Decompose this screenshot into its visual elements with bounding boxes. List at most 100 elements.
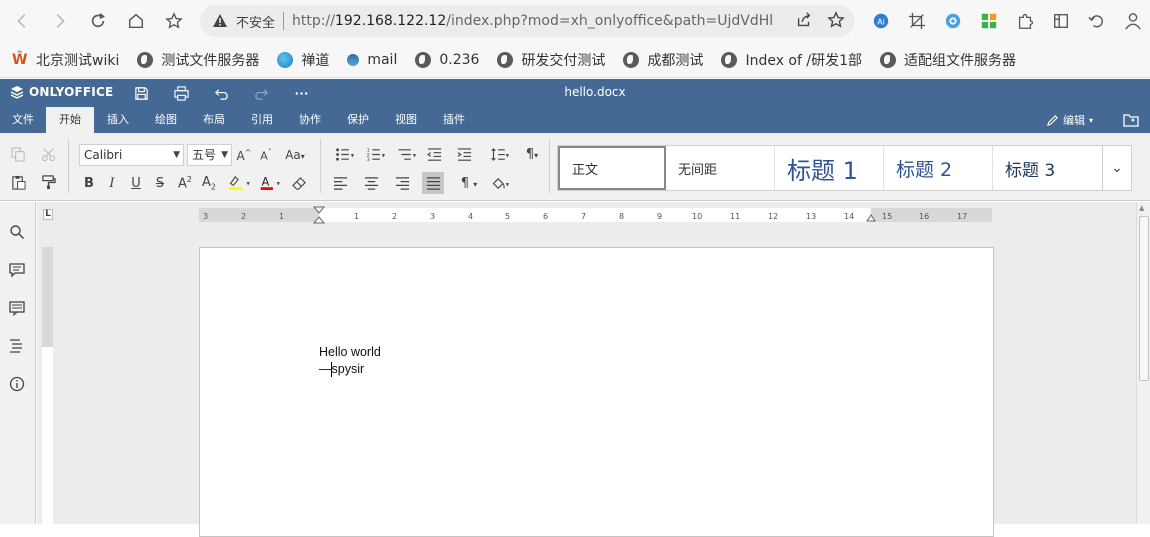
record-icon[interactable] — [938, 5, 968, 37]
history-icon[interactable] — [1082, 5, 1112, 37]
search-icon[interactable] — [9, 224, 27, 242]
vertical-ruler[interactable] — [42, 247, 53, 524]
share-icon[interactable] — [795, 11, 813, 29]
chevron-down-icon: ⌄ — [1111, 160, 1123, 176]
increase-indent-icon[interactable] — [453, 143, 475, 165]
bookmark-star-icon[interactable] — [158, 5, 190, 37]
bookmark-item[interactable]: 适配组文件服务器 — [880, 50, 1016, 70]
chevron-down-icon: ▼ — [221, 150, 228, 160]
tab-draw[interactable]: 绘图 — [142, 107, 190, 133]
highlight-color-icon[interactable]: ▾ — [224, 171, 254, 193]
strikethrough-icon[interactable]: S — [149, 172, 171, 194]
bookmark-item[interactable]: 0.236 — [415, 51, 479, 68]
chat-icon[interactable] — [9, 300, 27, 318]
superscript-icon[interactable]: A2 — [174, 172, 196, 194]
scrollbar-thumb[interactable] — [1139, 216, 1149, 381]
back-icon[interactable] — [6, 5, 38, 37]
italic-icon[interactable]: I — [101, 172, 123, 194]
clear-format-icon[interactable] — [288, 172, 310, 194]
reload-icon[interactable] — [82, 5, 114, 37]
tab-view[interactable]: 视图 — [382, 107, 430, 133]
justify-icon[interactable] — [422, 172, 444, 194]
ruler-tick-label: 17 — [957, 212, 968, 221]
bookmark-item[interactable]: 测试文件服务器 — [137, 50, 259, 70]
bookmark-item[interactable]: Index of /研发1部 — [721, 50, 862, 70]
right-indent-marker-icon[interactable] — [866, 210, 876, 222]
sidebar-icon[interactable] — [1046, 5, 1076, 37]
styles-more-button[interactable]: ⌄ — [1102, 145, 1132, 191]
align-right-icon[interactable] — [391, 172, 413, 194]
copy-style-icon[interactable] — [37, 171, 59, 193]
tab-collaboration[interactable]: 协作 — [286, 107, 334, 133]
open-file-location-icon[interactable] — [1122, 111, 1140, 129]
tab-plugins[interactable]: 插件 — [430, 107, 478, 133]
bookmark-item[interactable]: 禅道 — [277, 50, 329, 70]
change-case-icon[interactable]: Aa▾ — [280, 144, 310, 166]
comments-icon[interactable] — [9, 262, 27, 280]
style-normal[interactable]: 正文 — [558, 146, 666, 190]
copy-icon[interactable] — [7, 143, 29, 165]
paragraph-direction-icon[interactable]: ¶▾ — [517, 143, 547, 165]
navigation-icon[interactable] — [9, 338, 27, 356]
tab-references[interactable]: 引用 — [238, 107, 286, 133]
font-size-combo[interactable]: 五号 ▼ — [187, 144, 232, 166]
font-name-combo[interactable]: Calibri ▼ — [79, 144, 184, 166]
tab-layout[interactable]: 布局 — [190, 107, 238, 133]
bookmark-item[interactable]: 成都测试 — [623, 50, 703, 70]
tab-protection[interactable]: 保护 — [334, 107, 382, 133]
font-color-icon[interactable]: A ▾ — [256, 171, 286, 193]
paste-icon[interactable] — [7, 171, 29, 193]
line-spacing-icon[interactable]: ▾ — [486, 143, 516, 165]
forward-icon[interactable] — [44, 5, 76, 37]
document-line[interactable]: —spysir — [319, 362, 364, 376]
tab-insert[interactable]: 插入 — [94, 107, 142, 133]
tab-file[interactable]: 文件 — [0, 107, 46, 133]
subscript-icon[interactable]: A2 — [198, 172, 220, 194]
multilevel-list-icon[interactable]: ▾ — [393, 143, 423, 165]
indent-marker-icon[interactable] — [313, 206, 325, 224]
scroll-up-icon[interactable]: ▲ — [1139, 204, 1144, 212]
style-no-spacing[interactable]: 无间距 — [666, 146, 775, 190]
increase-font-icon[interactable]: A^ — [233, 144, 255, 166]
shading-icon[interactable]: ▾ — [486, 172, 516, 194]
align-left-icon[interactable] — [329, 172, 351, 194]
grid-icon[interactable] — [974, 5, 1004, 37]
numbering-icon[interactable]: 1 2 3 ▾ — [362, 143, 392, 165]
extensions-icon[interactable] — [1010, 5, 1040, 37]
star-icon[interactable] — [827, 11, 845, 29]
editor-header: ONLYOFFICE hello.docx — [0, 79, 1150, 107]
bookmark-item[interactable]: mail — [344, 51, 397, 68]
home-icon[interactable] — [120, 5, 152, 37]
bold-icon[interactable]: B — [78, 172, 100, 194]
style-heading-3[interactable]: 标题 3 — [993, 146, 1102, 190]
profile-icon[interactable] — [1118, 5, 1148, 37]
document-page[interactable] — [199, 247, 994, 537]
align-center-icon[interactable] — [360, 172, 382, 194]
bookmark-item[interactable]: 研发交付测试 — [497, 50, 605, 70]
style-heading-1[interactable]: 标题 1 — [775, 146, 884, 190]
ruler-tick-label: 10 — [692, 212, 703, 221]
ai-icon[interactable]: Ai — [866, 5, 896, 37]
document-line[interactable]: Hello world — [319, 345, 381, 359]
bookmark-item[interactable]: Ŵ 北京测试wiki — [12, 50, 119, 70]
horizontal-ruler[interactable]: 3 2 1 1 2 3 4 5 6 7 8 9 10 11 12 13 14 1… — [199, 206, 992, 224]
cut-icon[interactable] — [37, 143, 59, 165]
globe-icon — [880, 51, 896, 68]
crop-icon[interactable] — [902, 5, 932, 37]
bookmark-label: 适配组文件服务器 — [904, 52, 1016, 69]
svg-text:▾: ▾ — [351, 151, 355, 159]
info-icon[interactable] — [9, 376, 27, 394]
tab-stop-selector[interactable]: L — [43, 209, 53, 220]
nonprinting-characters-icon[interactable]: ¶ ▾ — [454, 172, 484, 194]
edit-mode-dropdown[interactable]: 编辑 ▾ — [1046, 112, 1093, 128]
vertical-scrollbar[interactable]: ▲ — [1136, 202, 1150, 524]
underline-icon[interactable]: U — [125, 172, 147, 194]
tab-home[interactable]: 开始 — [46, 107, 94, 133]
address-bar[interactable]: 不安全 http://192.168.122.12/index.php?mod=… — [200, 5, 855, 37]
decrease-indent-icon[interactable] — [423, 143, 445, 165]
bullets-icon[interactable]: ▾ — [331, 143, 361, 165]
decrease-font-icon[interactable]: Aˇ — [255, 144, 277, 166]
style-heading-2[interactable]: 标题 2 — [884, 146, 993, 190]
bookmark-label: 北京测试wiki — [36, 52, 120, 69]
ruler-tick-label: 14 — [844, 212, 855, 221]
